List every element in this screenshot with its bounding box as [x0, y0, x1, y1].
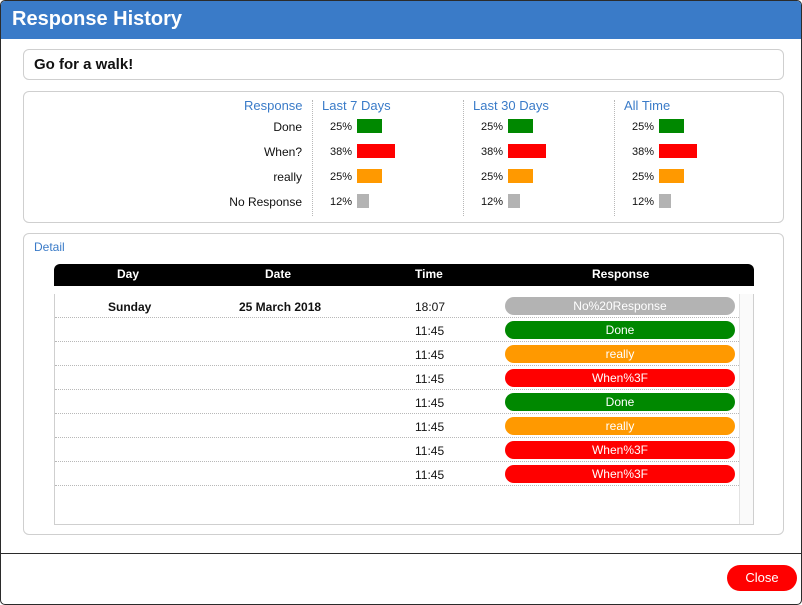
detail-section-label: Detail: [34, 240, 65, 254]
dialog-title: Response History: [12, 8, 183, 30]
footer-divider: [1, 553, 801, 554]
summary-percent: 38%: [632, 146, 655, 158]
habit-title: Go for a walk!: [34, 56, 134, 73]
summary-row-label: Done: [273, 120, 302, 134]
summary-percent: 12%: [330, 196, 353, 208]
summary-row-label: really: [273, 170, 302, 184]
summary-bar: [659, 169, 684, 183]
summary-row-label: When?: [263, 145, 302, 159]
period-header-last-30-days: Last 30 Days: [473, 98, 549, 113]
summary-bar: [357, 169, 382, 183]
cell-time: 18:07: [415, 300, 446, 314]
response-badge: really: [505, 345, 735, 363]
cell-time: 11:45: [415, 396, 445, 410]
summary-bar: [357, 194, 369, 208]
cell-time: 11:45: [415, 444, 445, 458]
cell-time: 11:45: [415, 468, 445, 482]
response-badge: When%3F: [505, 441, 735, 459]
response-badge: really: [505, 417, 735, 435]
column-divider: [312, 100, 313, 216]
cell-time: 11:45: [415, 420, 445, 434]
summary-panel: Response Last 7 Days Last 30 Days All Ti…: [23, 91, 784, 223]
period-header-last-7-days: Last 7 Days: [322, 98, 391, 113]
detail-table-header: Day Date Time Response: [54, 264, 754, 286]
response-column-header: Response: [244, 98, 303, 113]
cell-time: 11:45: [415, 324, 445, 338]
summary-bar: [659, 119, 684, 133]
cell-time: 11:45: [415, 372, 445, 386]
table-row[interactable]: 11:45 When%3F: [55, 438, 741, 462]
column-header-day: Day: [117, 267, 140, 281]
summary-row-label: No Response: [229, 195, 302, 209]
column-header-time: Time: [415, 267, 443, 281]
summary-percent: 25%: [481, 171, 504, 183]
detail-panel: Detail Day Date Time Response Sunday 25 M…: [23, 233, 784, 535]
summary-percent: 12%: [632, 196, 655, 208]
column-header-date: Date: [265, 267, 292, 281]
response-badge: Done: [505, 393, 735, 411]
summary-bar: [357, 119, 382, 133]
summary-bar: [508, 169, 533, 183]
cell-date: 25 March 2018: [239, 300, 322, 314]
cell-day: Sunday: [108, 300, 152, 314]
habit-heading-box: Go for a walk!: [23, 49, 784, 80]
period-header-all-time: All Time: [624, 98, 671, 113]
column-header-response: Response: [592, 267, 650, 281]
summary-bar: [659, 144, 697, 158]
summary-bar: [508, 119, 533, 133]
response-badge: When%3F: [505, 465, 735, 483]
summary-percent: 25%: [330, 171, 353, 183]
response-badge: No%20Response: [505, 297, 735, 315]
table-row[interactable]: 11:45 Done: [55, 318, 741, 342]
summary-percent: 25%: [632, 171, 655, 183]
close-button[interactable]: Close: [727, 565, 797, 591]
column-divider: [614, 100, 615, 216]
summary-percent: 12%: [481, 196, 504, 208]
response-badge: When%3F: [505, 369, 735, 387]
table-row[interactable]: 11:45 When%3F: [55, 366, 741, 390]
summary-bar: [659, 194, 671, 208]
table-row[interactable]: 11:45 really: [55, 342, 741, 366]
table-row[interactable]: 11:45 When%3F: [55, 462, 741, 486]
detail-scrollbar[interactable]: [739, 294, 753, 524]
column-divider: [463, 100, 464, 216]
detail-table-body[interactable]: Sunday 25 March 2018 18:07 No%20Response 11:…: [54, 294, 754, 525]
response-badge: Done: [505, 321, 735, 339]
summary-percent: 25%: [330, 121, 353, 133]
summary-bar: [357, 144, 395, 158]
summary-bar: [508, 194, 520, 208]
response-history-dialog: Response History Go for a walk! Response…: [0, 0, 802, 605]
summary-percent: 25%: [481, 121, 504, 133]
title-bar[interactable]: Response History: [1, 1, 801, 39]
summary-percent: 25%: [632, 121, 655, 133]
summary-percent: 38%: [481, 146, 504, 158]
cell-time: 11:45: [415, 348, 445, 362]
summary-bar: [508, 144, 546, 158]
summary-percent: 38%: [330, 146, 353, 158]
table-row[interactable]: Sunday 25 March 2018 18:07 No%20Response: [55, 294, 741, 318]
table-row[interactable]: 11:45 really: [55, 414, 741, 438]
table-row[interactable]: 11:45 Done: [55, 390, 741, 414]
